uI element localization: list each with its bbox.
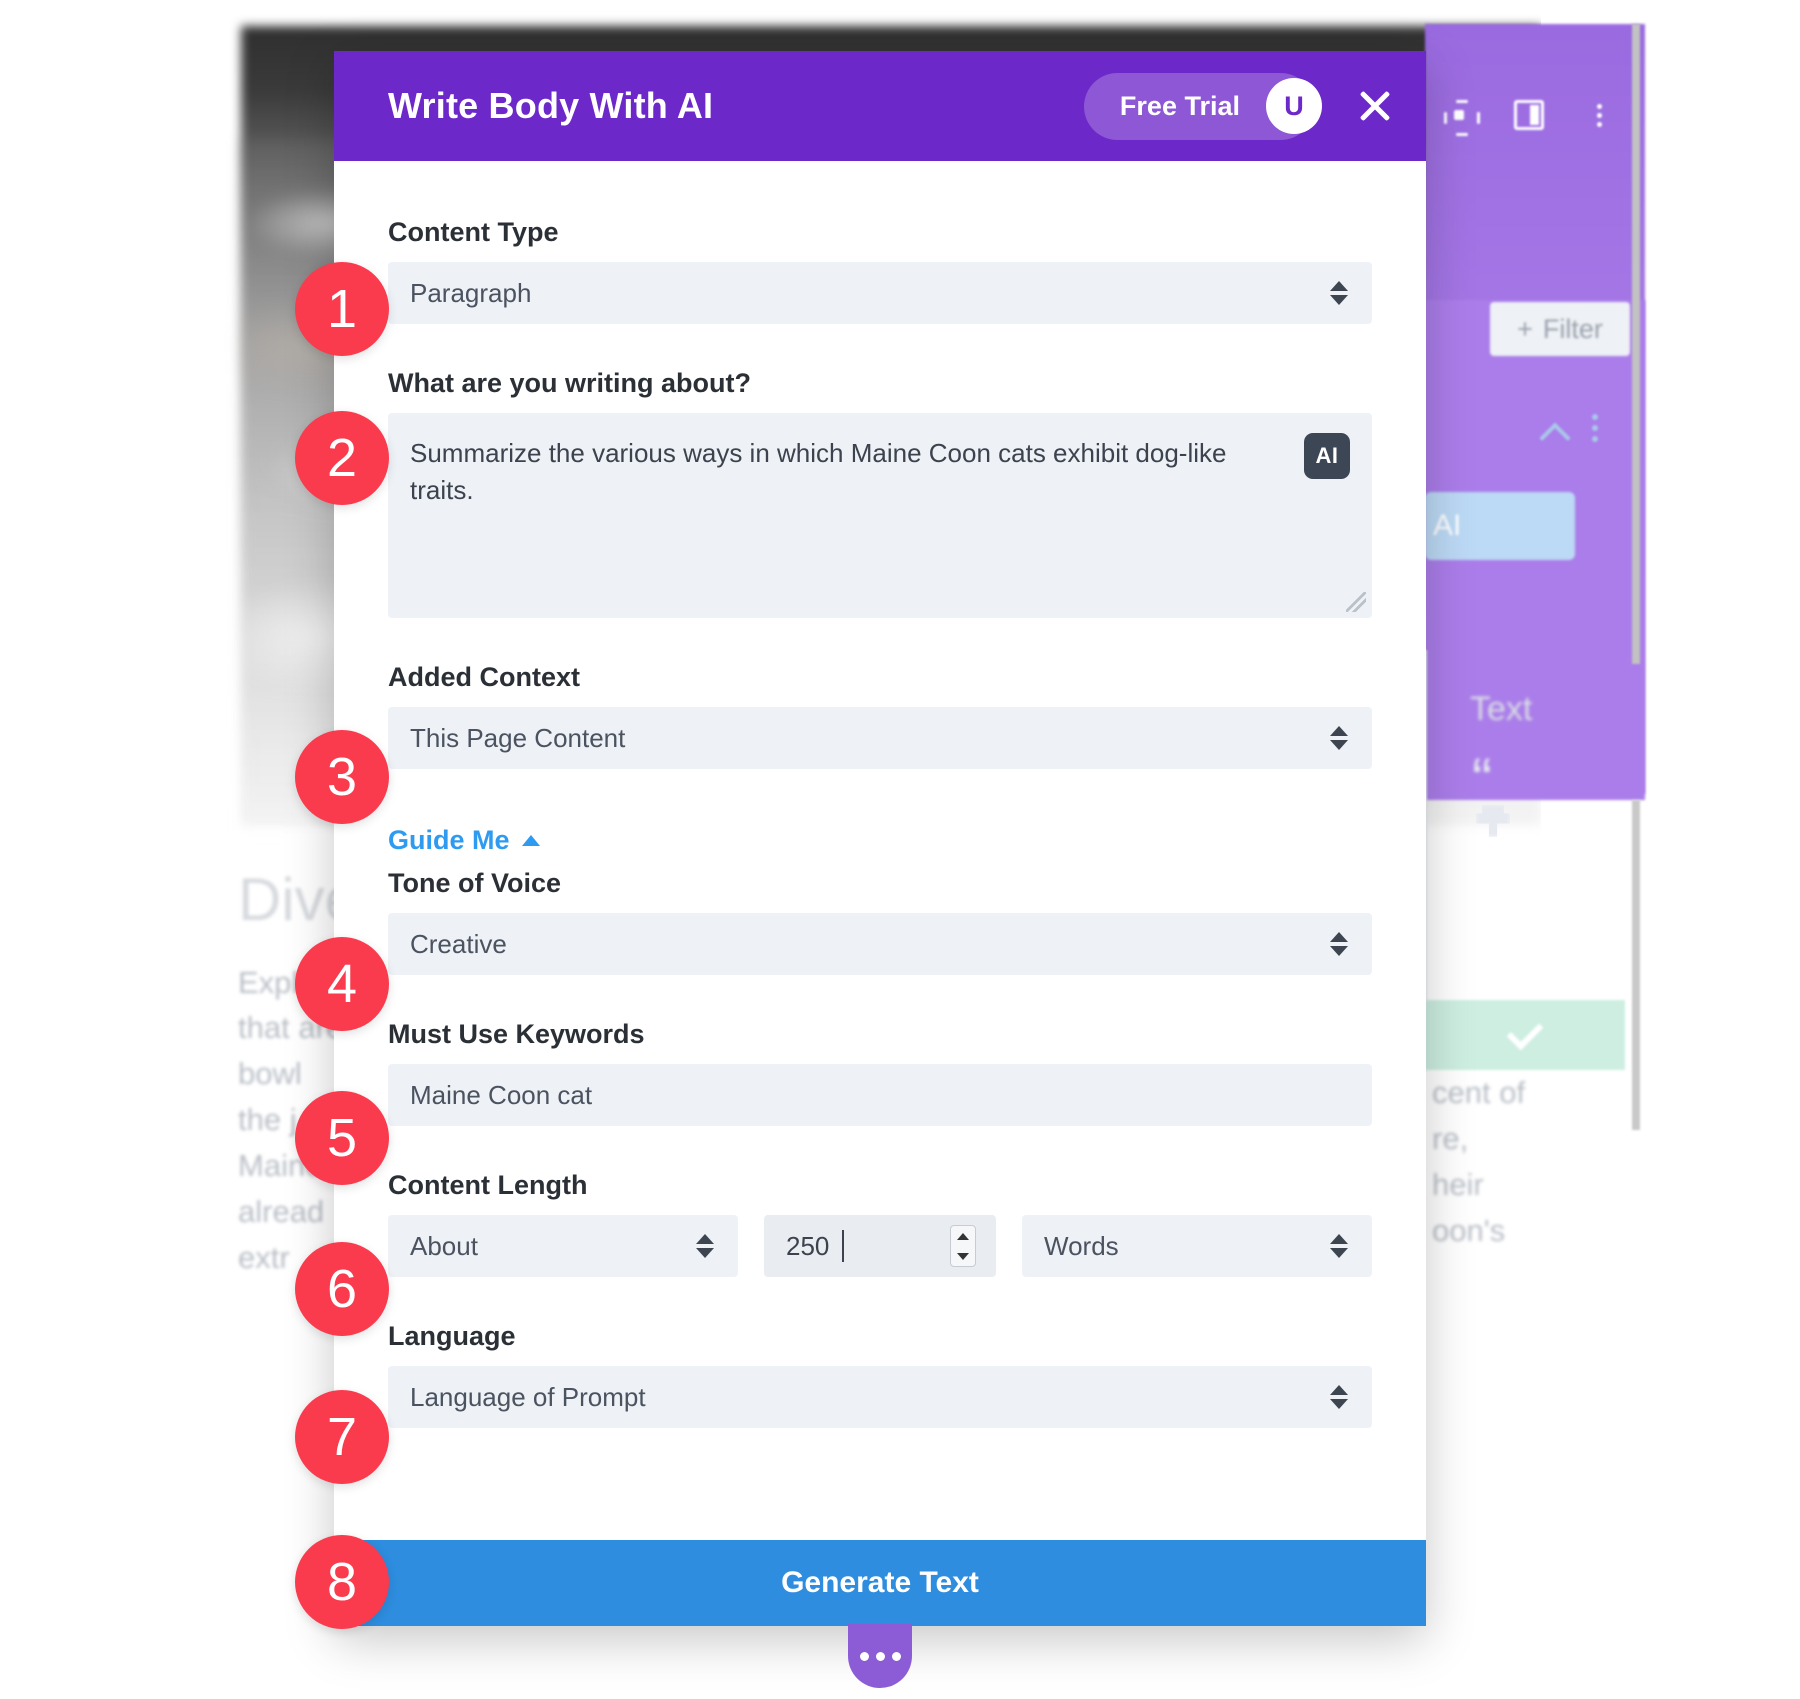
added-context-value[interactable]: This Page Content (388, 707, 1372, 769)
callout-7: 7 (295, 1390, 389, 1484)
writing-about-input[interactable] (388, 413, 1372, 618)
content-length-qualifier-value[interactable]: About (388, 1215, 738, 1277)
content-length-amount-field[interactable] (764, 1215, 996, 1277)
language-select[interactable]: Language of Prompt (388, 1366, 1372, 1428)
filter-label: Filter (1542, 313, 1603, 344)
close-icon[interactable] (1352, 83, 1398, 129)
check-icon[interactable] (1425, 1000, 1625, 1070)
callout-2: 2 (295, 411, 389, 505)
quantity-stepper[interactable] (950, 1225, 976, 1267)
modal-title: Write Body With AI (388, 85, 714, 126)
modal-header: Write Body With AI Free Trial U (334, 51, 1426, 161)
content-length-unit-select[interactable]: Words (1022, 1215, 1372, 1277)
callout-8: 8 (295, 1535, 389, 1629)
filter-button[interactable]: + Filter (1490, 302, 1630, 356)
tone-of-voice-label: Tone of Voice (388, 868, 562, 898)
generate-text-button[interactable]: Generate Text (334, 1540, 1426, 1626)
write-body-with-ai-modal: Write Body With AI Free Trial U Content … (334, 51, 1426, 1688)
tone-of-voice-value[interactable]: Creative (388, 913, 1372, 975)
frame-icon[interactable] (1444, 100, 1474, 130)
text-caret (842, 1230, 844, 1262)
scrollbar-track-lower[interactable] (1632, 800, 1640, 1130)
screen-root: + Filter AI Text “ Dive Explo that are b… (0, 0, 1800, 1699)
writing-about-label: What are you writing about? (388, 368, 751, 398)
quote-icon[interactable]: “ (1472, 750, 1492, 810)
modal-body: Content Type Paragraph What are you writ… (334, 161, 1426, 1540)
avatar[interactable]: U (1266, 78, 1322, 134)
content-length-label: Content Length (388, 1170, 588, 1200)
plus-icon: + (1517, 313, 1533, 344)
background-ai-button[interactable]: AI (1425, 492, 1575, 560)
ai-icon[interactable]: AI (1304, 433, 1350, 479)
must-use-keywords-input[interactable]: Maine Coon cat (388, 1064, 1372, 1126)
guide-me-toggle[interactable]: Guide Me (388, 825, 540, 856)
text-section-label: Text (1470, 690, 1533, 728)
article-text-fragment: the j (238, 1102, 297, 1137)
callout-3: 3 (295, 730, 389, 824)
article-text-fragment: oon's (1432, 1213, 1506, 1248)
content-length-qualifier-select[interactable]: About (388, 1215, 738, 1277)
background-ai-button-label: AI (1433, 509, 1462, 542)
modal-header-actions: Free Trial U (1083, 72, 1398, 140)
content-length-row: About Words (388, 1215, 1372, 1277)
free-trial-label: Free Trial (1119, 90, 1240, 121)
resize-handle[interactable] (1346, 592, 1366, 612)
language-label: Language (388, 1321, 516, 1351)
callout-1: 1 (295, 262, 389, 356)
free-trial-badge[interactable]: Free Trial U (1083, 72, 1322, 140)
content-type-label: Content Type (388, 217, 559, 247)
article-text-fragment: re, (1432, 1121, 1469, 1156)
added-context-label: Added Context (388, 662, 580, 692)
added-context-select[interactable]: This Page Content (388, 707, 1372, 769)
module-menu-icon[interactable] (1592, 414, 1598, 442)
must-use-keywords-label: Must Use Keywords (388, 1019, 645, 1049)
tone-of-voice-select[interactable]: Creative (388, 913, 1372, 975)
triangle-up-icon (521, 835, 540, 846)
layout-icon[interactable] (1514, 100, 1544, 130)
article-text-fragment: alread (238, 1194, 325, 1229)
article-text-fragment: heir (1432, 1167, 1484, 1202)
content-type-select[interactable]: Paragraph (388, 262, 1372, 324)
chevron-up-icon[interactable] (1540, 415, 1574, 449)
three-dots-vertical-icon[interactable] (1584, 100, 1614, 130)
modal-footer: Generate Text (334, 1540, 1426, 1626)
three-dots-icon[interactable] (848, 1624, 912, 1688)
callout-6: 6 (295, 1242, 389, 1336)
scrollbar-track-upper[interactable] (1632, 24, 1640, 664)
content-length-unit-value[interactable]: Words (1022, 1215, 1372, 1277)
article-text-fragment: extr (238, 1240, 290, 1275)
article-text-fragment: bowl (238, 1056, 302, 1091)
writing-about-field[interactable]: AI (388, 413, 1372, 618)
callout-4: 4 (295, 937, 389, 1031)
builder-toolbar[interactable] (1430, 95, 1650, 135)
language-value[interactable]: Language of Prompt (388, 1366, 1372, 1428)
article-text-fragment: cent of (1432, 1075, 1526, 1110)
callout-5: 5 (295, 1091, 389, 1185)
content-type-value[interactable]: Paragraph (388, 262, 1372, 324)
guide-me-label: Guide Me (388, 825, 510, 855)
